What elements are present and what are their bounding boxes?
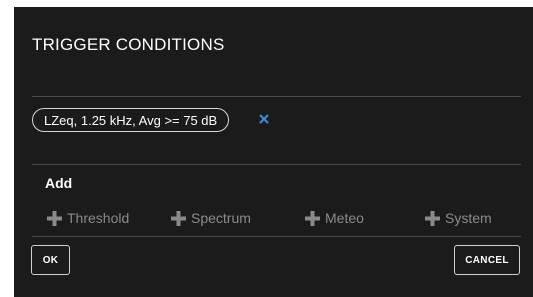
add-meteo-button[interactable]: Meteo (305, 208, 364, 228)
divider (32, 236, 521, 237)
add-section-label: Add (45, 175, 73, 191)
dialog-title: TRIGGER CONDITIONS (32, 35, 225, 54)
plus-icon (305, 210, 320, 226)
plus-icon (47, 210, 62, 226)
add-threshold-button[interactable]: Threshold (47, 208, 129, 228)
divider (32, 96, 521, 97)
add-system-label: System (445, 210, 492, 226)
add-meteo-label: Meteo (325, 210, 364, 226)
add-spectrum-button[interactable]: Spectrum (171, 208, 251, 228)
trigger-conditions-dialog: TRIGGER CONDITIONS LZeq, 1.25 kHz, Avg >… (14, 7, 533, 297)
condition-chip[interactable]: LZeq, 1.25 kHz, Avg >= 75 dB (32, 108, 230, 132)
plus-icon (425, 210, 440, 226)
plus-icon (171, 210, 186, 226)
condition-chip-label: LZeq, 1.25 kHz, Avg >= 75 dB (44, 112, 218, 128)
ok-button[interactable]: OK (31, 245, 70, 275)
add-threshold-label: Threshold (67, 210, 130, 226)
divider (32, 164, 521, 165)
add-spectrum-label: Spectrum (191, 210, 251, 226)
close-icon[interactable] (256, 111, 272, 127)
add-system-button[interactable]: System (425, 208, 492, 228)
cancel-button[interactable]: CANCEL (454, 245, 520, 275)
